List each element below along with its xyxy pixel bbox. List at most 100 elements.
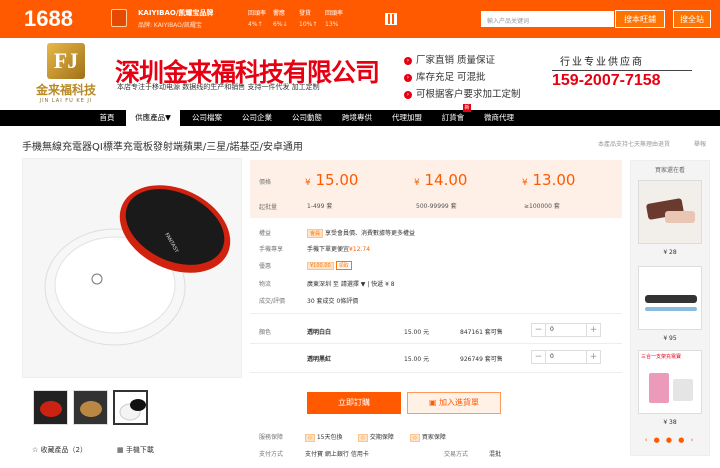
service-2[interactable]: ◇ 交期保障: [358, 432, 394, 442]
thumbnail-1[interactable]: [33, 390, 68, 425]
shop-subtitle: 品牌: KAIYIBAO/凯耀宝: [138, 22, 202, 29]
range-tier-1: 1-499 套: [307, 203, 333, 210]
price-tier-3: ¥ 13.00: [522, 171, 576, 189]
price-tier-1: ¥ 15.00: [305, 171, 359, 189]
divider: [250, 343, 622, 344]
star-icon: ☆: [32, 446, 41, 454]
sku-price-1: 15.00 元: [404, 329, 430, 336]
range-tier-3: ≥100000 套: [524, 203, 560, 210]
nav-crossborder[interactable]: 跨境專供: [332, 110, 382, 126]
nav-agent[interactable]: 代理加盟: [382, 110, 432, 126]
sku-stock-2: 926749 套可售: [460, 356, 503, 363]
return-note: 本產品支持七天無理由退貨: [598, 141, 671, 148]
sku-name-2[interactable]: 透明黑紅: [307, 354, 331, 363]
sku-stock-1: 847161 套可售: [460, 329, 503, 336]
benefit-label: 權益: [259, 230, 272, 237]
mobile-download[interactable]: ▦ 手機下載: [117, 445, 154, 455]
order-now-button[interactable]: 立即訂購: [307, 392, 401, 414]
deals-info: 30 套成交 0條評價: [307, 298, 359, 305]
logo-english: JIN LAI FU KE JI: [39, 98, 93, 104]
cart-icon: ▣: [428, 398, 440, 407]
shop-name[interactable]: KAIYIBAO/凯耀宝品牌: [138, 8, 230, 18]
divider: [250, 372, 622, 373]
site-logo[interactable]: 1688: [24, 6, 73, 32]
shield-icon: ◇: [305, 434, 315, 442]
phone-icon: ▦: [117, 446, 126, 454]
minus-button[interactable]: −: [532, 324, 546, 336]
sidebar-pager[interactable]: ‹ ● ● ● ›: [630, 436, 710, 444]
product-title: 手機無線充電器QI標準充電板發射端蘋果/三星/諾基亞/安卓通用: [22, 142, 303, 153]
color-label: 顏色: [259, 329, 272, 336]
nav-company-profile[interactable]: 公司檔案: [182, 110, 232, 126]
mobile-price[interactable]: 手機下單更便宜¥12.74: [307, 244, 370, 253]
quantity-stepper-2[interactable]: − 0 +: [531, 350, 601, 364]
thumbnail-3[interactable]: [113, 390, 148, 425]
minus-button[interactable]: −: [532, 351, 546, 363]
arrow-icon: ›: [404, 91, 412, 99]
search-shop-button[interactable]: 搜本旺鋪: [615, 10, 665, 28]
divider: [250, 313, 622, 314]
metric-3: 發貨 10%↑: [299, 10, 318, 28]
report-link[interactable]: 舉報: [694, 139, 706, 148]
nav-home[interactable]: 首頁: [88, 110, 126, 126]
plus-button[interactable]: +: [586, 351, 600, 363]
range-tier-2: 500-99999 套: [416, 203, 457, 210]
shop-nav: 首頁 供應產品▼ 公司檔案 公司企業 公司動態 跨境專供 代理加盟 訂貨會 微商…: [0, 110, 720, 126]
company-slogan: 本店专注于移动电源 数据线的生产和销售 支持一件代发 加工定制: [117, 83, 320, 91]
nav-products[interactable]: 供應產品▼: [126, 110, 180, 126]
qty-value[interactable]: 0: [550, 353, 554, 360]
service-label: 服務保障: [259, 434, 284, 441]
coupon[interactable]: ¥100.00 領取: [307, 261, 352, 270]
fj-logo-icon: FJ: [47, 43, 85, 79]
mobile-label: 手機專享: [259, 246, 284, 253]
metric-2: 響應 6%↓: [273, 10, 288, 28]
qr-code-icon[interactable]: [385, 13, 397, 25]
price-label: 價格: [259, 179, 272, 186]
trade-label: 交易方式: [444, 451, 469, 458]
add-to-cart-button[interactable]: ▣ 加入進貨單: [407, 392, 501, 414]
benefit-text: 會員 享受會員價、消費數據等更多權益: [307, 228, 415, 238]
qty-label: 起批量: [259, 204, 278, 211]
search-input[interactable]: 輸入产品关键词: [480, 10, 615, 28]
discount-label: 優惠: [259, 263, 272, 270]
nav-company[interactable]: 公司企業: [232, 110, 282, 126]
sku-name-1[interactable]: 透明白白: [307, 327, 331, 336]
phone-number: 159-2007-7158: [552, 70, 692, 90]
recommend-price-1: ¥ 28: [663, 249, 677, 256]
feature-3: › 可根据客户要求加工定制: [404, 86, 521, 100]
nav-wechat-agent[interactable]: 微商代理: [474, 110, 524, 126]
recommend-item-2[interactable]: [638, 266, 702, 330]
shop-icon: [111, 9, 127, 27]
search-all-button[interactable]: 搜全站: [673, 10, 711, 28]
metric-1: 回頭率 4%↑: [248, 10, 267, 28]
price-tier-2: ¥ 14.00: [414, 171, 468, 189]
logistics-info[interactable]: 廣東深圳 至 請選擇 ▼ | 快遞 ¥ 8: [307, 279, 395, 288]
collect-product[interactable]: ☆ 收藏產品（2）: [32, 445, 87, 455]
pay-methods: 支付寶 網上銀行 信用卡: [305, 451, 369, 458]
product-main-image[interactable]: FANTASY: [22, 158, 242, 378]
service-3[interactable]: ◇ 買家保障: [410, 432, 446, 442]
logistics-label: 物流: [259, 281, 272, 288]
trade-method: 混批: [489, 451, 502, 458]
nav-order-fair[interactable]: 訂貨會: [432, 110, 474, 126]
service-1[interactable]: ◇ 15天包換: [305, 432, 343, 442]
logo-chinese: 金来福科技: [35, 83, 96, 97]
recommend-item-1[interactable]: [638, 180, 702, 244]
quantity-stepper-1[interactable]: − 0 +: [531, 323, 601, 337]
deals-label: 成交/評價: [259, 298, 286, 305]
recommend-price-2: ¥ 95: [663, 335, 677, 342]
company-logo[interactable]: FJ 金来福科技 JIN LAI FU KE JI: [34, 43, 98, 104]
new-badge: 新: [463, 104, 471, 112]
arrow-icon: ›: [404, 57, 412, 65]
sku-price-2: 15.00 元: [404, 356, 430, 363]
thumbnail-2[interactable]: [73, 390, 108, 425]
arrow-icon: ›: [404, 74, 412, 82]
feature-2: › 库存充足 可混批: [404, 69, 486, 83]
recommend-item-3[interactable]: 三合一支架充電寶: [638, 350, 702, 414]
pay-label: 支付方式: [259, 451, 284, 458]
qty-value[interactable]: 0: [550, 326, 554, 333]
plus-button[interactable]: +: [586, 324, 600, 336]
shield-icon: ◇: [358, 434, 368, 442]
recommend-price-3: ¥ 38: [663, 419, 677, 426]
nav-news[interactable]: 公司動態: [282, 110, 332, 126]
